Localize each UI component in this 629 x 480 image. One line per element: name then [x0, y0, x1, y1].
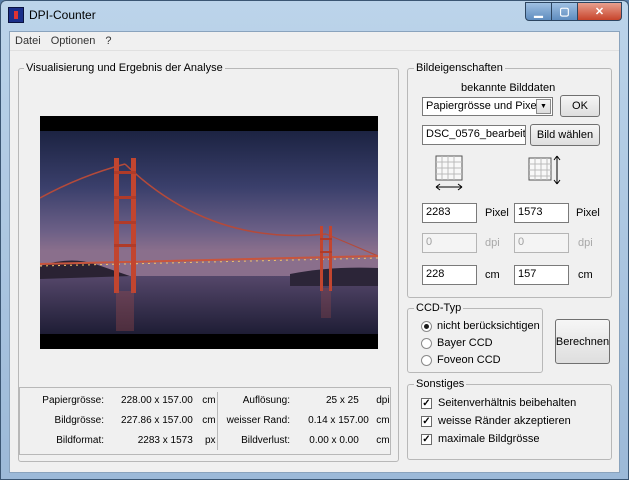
width-cm-unit: cm: [485, 269, 500, 281]
weisser-rand-value: 0.14 x 157.00: [308, 415, 369, 426]
ccd-type-group: CCD-Typ nicht berücksichtigen Bayer CCD …: [407, 302, 543, 373]
known-data-label: bekannte Bilddaten: [461, 82, 556, 94]
aufloesung-row: Auflösung: 25 x 25 dpi: [220, 395, 390, 406]
accept-white-borders-checkbox[interactable]: ✓: [421, 416, 432, 427]
image-properties-group: Bildeigenschaften bekannte Bilddaten Pap…: [407, 62, 612, 298]
compute-button[interactable]: Berechnen: [555, 319, 610, 364]
ccd-option-foveon-label: Foveon CCD: [437, 354, 501, 366]
height-icon: [527, 154, 567, 194]
papiergroesse-row: Papiergrösse: 228.00 x 157.00 cm: [24, 395, 216, 406]
width-dpi-unit: dpi: [485, 237, 500, 249]
close-button[interactable]: ✕: [578, 2, 622, 21]
bildverlust-row: Bildverlust: 0.00 x 0.00 cm: [220, 435, 390, 446]
analysis-results-panel: Papiergrösse: 228.00 x 157.00 cm Bildgrö…: [19, 387, 391, 455]
bildformat-row: Bildformat: 2283 x 1573 px: [24, 435, 216, 446]
menu-help[interactable]: ?: [100, 32, 116, 50]
keep-aspect-ratio-label: Seitenverhältnis beibehalten: [438, 397, 577, 409]
ccd-option-bayer-label: Bayer CCD: [437, 337, 493, 349]
ccd-type-legend: CCD-Typ: [414, 302, 464, 314]
weisser-rand-unit: cm: [376, 415, 390, 426]
menu-datei[interactable]: Datei: [10, 32, 46, 50]
bildgroesse-unit: cm: [202, 415, 216, 426]
accept-white-borders-label: weisse Ränder akzeptieren: [438, 415, 571, 427]
dropdown-value: Papiergrösse und Pixel: [426, 100, 540, 112]
width-cm-field[interactable]: 228: [422, 265, 477, 285]
bildverlust-label: Bildverlust:: [241, 435, 290, 446]
bildverlust-unit: cm: [376, 435, 390, 446]
visualization-legend: Visualisierung und Ergebnis der Analyse: [24, 62, 225, 74]
dialog-client-area: Datei Optionen ? Visualisierung und Erge…: [9, 31, 620, 473]
weisser-rand-label: weisser Rand:: [226, 415, 290, 426]
ccd-option-none-label: nicht berücksichtigen: [437, 320, 540, 332]
bildgroesse-label: Bildgrösse:: [54, 415, 104, 426]
bildgroesse-value: 227.86 x 157.00: [121, 415, 193, 426]
width-pixel-unit: Pixel: [485, 207, 509, 219]
height-cm-field[interactable]: 157: [514, 265, 569, 285]
known-data-dropdown[interactable]: Papiergrösse und Pixel ▼: [422, 97, 553, 116]
title-bar[interactable]: DPI-Counter ▁ ▢ ✕: [1, 1, 628, 31]
menu-bar: Datei Optionen ?: [10, 32, 619, 51]
papiergroesse-value: 228.00 x 157.00: [121, 395, 193, 406]
chevron-down-icon[interactable]: ▼: [536, 99, 551, 114]
ccd-option-none-radio[interactable]: [421, 321, 432, 332]
bildformat-label: Bildformat:: [56, 435, 104, 446]
width-dpi-field[interactable]: 0: [422, 233, 477, 253]
papiergroesse-label: Papiergrösse:: [42, 395, 104, 406]
info-separator: [217, 392, 218, 450]
width-pixel-field[interactable]: 2283: [422, 203, 477, 223]
image-properties-legend: Bildeigenschaften: [414, 62, 505, 74]
height-pixel-unit: Pixel: [576, 207, 600, 219]
misc-options-group: Sonstiges ✓ Seitenverhältnis beibehalten…: [407, 378, 612, 460]
max-image-size-checkbox[interactable]: ✓: [421, 434, 432, 445]
window-title: DPI-Counter: [29, 8, 96, 22]
bildverlust-value: 0.00 x 0.00: [309, 435, 359, 446]
height-dpi-field[interactable]: 0: [514, 233, 569, 253]
choose-image-button[interactable]: Bild wählen: [530, 124, 600, 146]
keep-aspect-ratio-checkbox[interactable]: ✓: [421, 398, 432, 409]
papiergroesse-unit: cm: [202, 395, 216, 406]
misc-options-legend: Sonstiges: [414, 378, 467, 390]
bildformat-value: 2283 x 1573: [137, 435, 193, 446]
ok-button[interactable]: OK: [560, 95, 600, 117]
aufloesung-unit: dpi: [376, 395, 390, 406]
app-window: DPI-Counter ▁ ▢ ✕ Datei Optionen ? Visua…: [0, 0, 629, 480]
menu-optionen[interactable]: Optionen: [46, 32, 101, 50]
maximize-button[interactable]: ▢: [552, 2, 578, 21]
bridge-photo: [40, 116, 378, 349]
bildformat-unit: px: [205, 435, 216, 446]
ccd-option-bayer-radio[interactable]: [421, 338, 432, 349]
height-cm-unit: cm: [578, 269, 593, 281]
aufloesung-label: Auflösung:: [242, 395, 290, 406]
bildgroesse-row: Bildgrösse: 227.86 x 157.00 cm: [24, 415, 216, 426]
filename-field[interactable]: DSC_0576_bearbeitet: [422, 125, 526, 145]
analysis-image: [40, 116, 378, 349]
height-dpi-unit: dpi: [578, 237, 593, 249]
app-icon[interactable]: [8, 7, 24, 23]
width-icon: [430, 154, 470, 194]
ccd-option-foveon-radio[interactable]: [421, 355, 432, 366]
minimize-button[interactable]: ▁: [525, 2, 552, 21]
aufloesung-value: 25 x 25: [325, 395, 359, 406]
height-pixel-field[interactable]: 1573: [514, 203, 569, 223]
max-image-size-label: maximale Bildgrösse: [438, 433, 540, 445]
weisser-rand-row: weisser Rand: 0.14 x 157.00 cm: [220, 415, 390, 426]
